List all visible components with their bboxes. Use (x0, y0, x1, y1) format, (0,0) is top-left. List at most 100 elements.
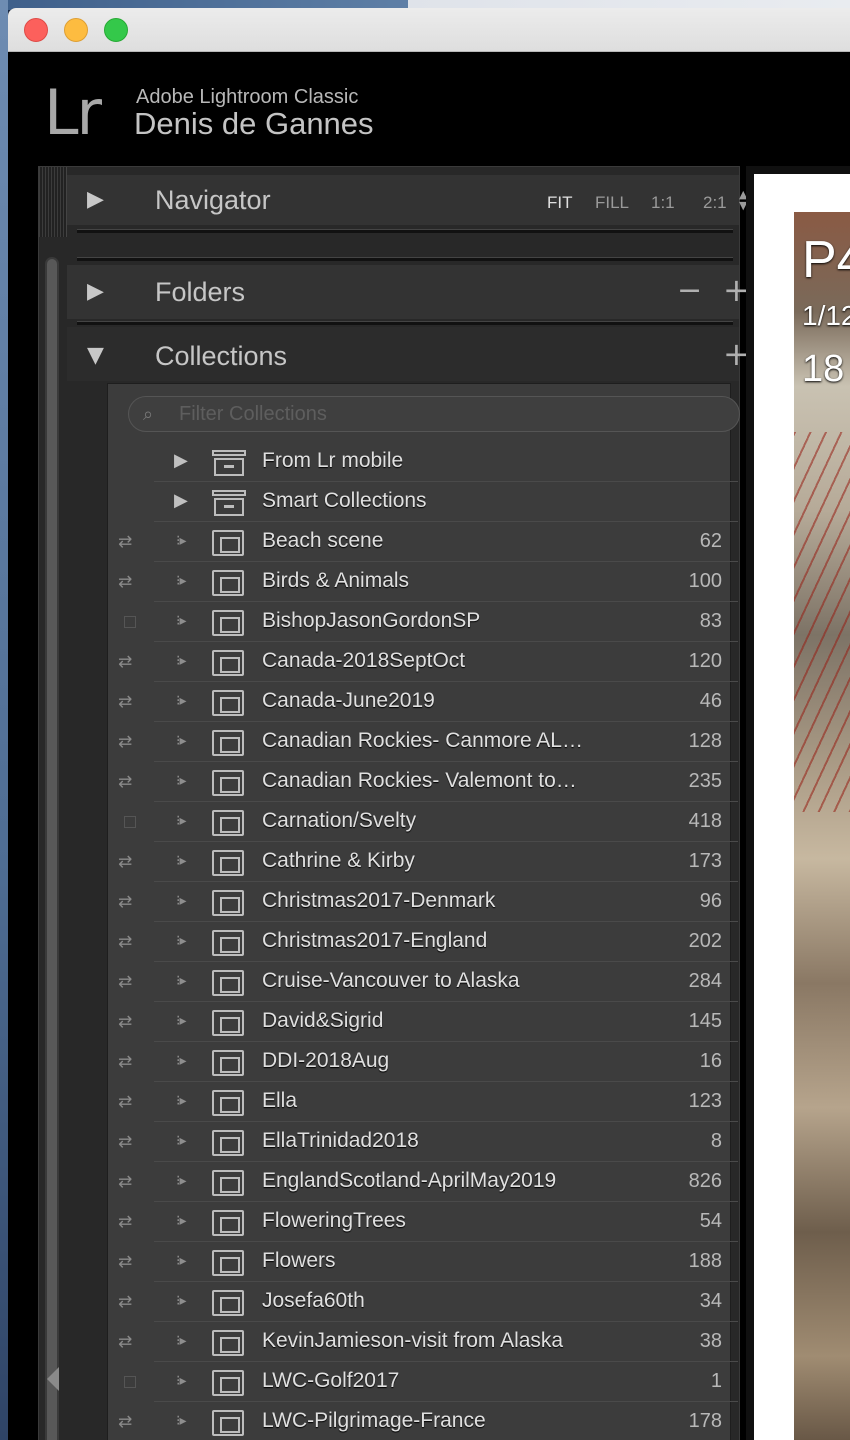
collection-handle-icon: ⁝▸ (176, 893, 187, 909)
zoom-fit-option[interactable]: FIT (547, 193, 573, 213)
collapse-left-panel-arrow-icon[interactable] (47, 1367, 59, 1391)
collection-row[interactable]: ⇄ ⁝▸ Cathrine & Kirby 173 (108, 842, 758, 882)
collection-count: 826 (688, 1170, 722, 1192)
collection-icon (212, 730, 244, 756)
collection-row[interactable]: ⇄ ⁝▸ David&Sigrid 145 (108, 1002, 758, 1042)
collections-panel-header[interactable]: ▼ Collections + (67, 327, 750, 381)
collection-row[interactable]: ⇄ ⁝▸ Birds & Animals 100 (108, 562, 758, 602)
disclosure-triangle-open-icon[interactable]: ▼ (87, 345, 104, 367)
remove-folder-icon[interactable]: − (677, 273, 702, 308)
sync-arrows-icon[interactable]: ⇄ (118, 1132, 132, 1152)
disclosure-triangle-icon[interactable]: ▶ (174, 450, 188, 471)
collection-count: 123 (688, 1090, 722, 1112)
collection-set-row[interactable]: ▶ From Lr mobile (108, 442, 758, 482)
collection-row[interactable]: ⇄ ⁝▸ Canada-June2019 46 (108, 682, 758, 722)
collection-count: 83 (699, 610, 722, 632)
sync-arrows-icon[interactable]: ⇄ (118, 1212, 132, 1232)
collection-handle-icon: ⁝▸ (176, 1013, 187, 1029)
sync-arrows-icon[interactable]: ⇄ (118, 932, 132, 952)
collection-set-lid (212, 490, 246, 496)
panel-scrollbar[interactable] (45, 257, 59, 1440)
sync-arrows-icon[interactable]: ⇄ (118, 1092, 132, 1112)
section-divider (77, 321, 733, 325)
zoom-2-to-1-option[interactable]: 2:1 (703, 193, 727, 213)
collection-row[interactable]: ⇄ ⁝▸ EllaTrinidad2018 8 (108, 1122, 758, 1162)
disclosure-triangle-icon[interactable]: ▶ (87, 189, 104, 211)
sync-checkbox[interactable] (124, 1376, 136, 1388)
collection-row[interactable]: ⇄ ⁝▸ FloweringTrees 54 (108, 1202, 758, 1242)
navigator-panel-header[interactable]: ▶ Navigator FIT FILL 1:1 2:1 ▲ ▼ (67, 175, 747, 225)
collection-row[interactable]: ⇄ ⁝▸ Christmas2017-England 202 (108, 922, 758, 962)
sync-arrows-icon[interactable]: ⇄ (118, 1292, 132, 1312)
sync-arrows-icon[interactable]: ⇄ (118, 532, 132, 552)
filter-collections-box[interactable]: ⌕ (128, 396, 740, 432)
collection-row[interactable]: ⇄ ⁝▸ Christmas2017-Denmark 96 (108, 882, 758, 922)
photo-preview[interactable]: P4 1/12 18 r (794, 212, 850, 1440)
panel-resize-grip[interactable] (39, 167, 67, 237)
sync-arrows-icon[interactable]: ⇄ (118, 1012, 132, 1032)
close-window-button[interactable] (24, 18, 48, 42)
collection-handle-icon: ⁝▸ (176, 1293, 187, 1309)
collection-name: Canada-2018SeptOct (262, 649, 466, 672)
collection-row[interactable]: ⇄ ⁝▸ Beach scene 62 (108, 522, 758, 562)
sync-arrows-icon[interactable]: ⇄ (118, 692, 132, 712)
zoom-1-to-1-option[interactable]: 1:1 (651, 193, 675, 213)
collection-name: Christmas2017-Denmark (262, 889, 496, 912)
zoom-fill-option[interactable]: FILL (595, 193, 629, 213)
collection-name: DDI-2018Aug (262, 1049, 390, 1072)
collections-title: Collections (155, 341, 288, 371)
search-icon[interactable]: ⌕ (143, 404, 153, 425)
collection-icon (212, 810, 244, 836)
sync-arrows-icon[interactable]: ⇄ (118, 1412, 132, 1432)
collection-handle-icon: ⁝▸ (176, 1333, 187, 1349)
sync-arrows-icon[interactable]: ⇄ (118, 732, 132, 752)
collection-row[interactable]: ⇄ ⁝▸ LWC-Pilgrimage-France 178 (108, 1402, 758, 1440)
collection-row[interactable]: ⇄ ⁝▸ Cruise-Vancouver to Alaska 284 (108, 962, 758, 1002)
collection-row[interactable]: ⇄ ⁝▸ Canadian Rockies- Canmore AL… 128 (108, 722, 758, 762)
collection-handle-icon: ⁝▸ (176, 773, 187, 789)
collection-row[interactable]: ⁝▸ LWC-Golf2017 1 (108, 1362, 758, 1402)
disclosure-triangle-icon[interactable]: ▶ (87, 281, 104, 303)
collection-count: 96 (699, 890, 722, 912)
filter-collections-input[interactable] (179, 401, 719, 427)
collection-set-row[interactable]: ▶ Smart Collections (108, 482, 758, 522)
sync-arrows-icon[interactable]: ⇄ (118, 1172, 132, 1192)
sync-arrows-icon[interactable]: ⇄ (118, 772, 132, 792)
collection-row[interactable]: ⇄ ⁝▸ DDI-2018Aug 16 (108, 1042, 758, 1082)
collection-row[interactable]: ⇄ ⁝▸ KevinJamieson-visit from Alaska 38 (108, 1322, 758, 1362)
collection-count: 202 (688, 930, 722, 952)
collection-name: Cruise-Vancouver to Alaska (262, 969, 520, 992)
sync-arrows-icon[interactable]: ⇄ (118, 1052, 132, 1072)
collection-handle-icon: ⁝▸ (176, 733, 187, 749)
collection-name: Canada-June2019 (262, 689, 435, 712)
sync-arrows-icon[interactable]: ⇄ (118, 652, 132, 672)
disclosure-triangle-icon[interactable]: ▶ (174, 490, 188, 511)
folders-panel-header[interactable]: ▶ Folders − + (67, 265, 750, 319)
collection-row[interactable]: ⇄ ⁝▸ Ella 123 (108, 1082, 758, 1122)
title-bar[interactable] (8, 8, 850, 52)
collection-row[interactable]: ⇄ ⁝▸ Canadian Rockies- Valemont to… 235 (108, 762, 758, 802)
minimize-window-button[interactable] (64, 18, 88, 42)
sync-arrows-icon[interactable]: ⇄ (118, 572, 132, 592)
collection-count: 100 (688, 570, 722, 592)
sync-arrows-icon[interactable]: ⇄ (118, 1252, 132, 1272)
collection-row[interactable]: ⇄ ⁝▸ Flowers 188 (108, 1242, 758, 1282)
collection-count: 1 (710, 1370, 722, 1392)
zoom-window-button[interactable] (104, 18, 128, 42)
collection-row[interactable]: ⇄ ⁝▸ Canada-2018SeptOct 120 (108, 642, 758, 682)
sync-arrows-icon[interactable]: ⇄ (118, 972, 132, 992)
sync-arrows-icon[interactable]: ⇄ (118, 892, 132, 912)
collection-row[interactable]: ⇄ ⁝▸ Josefa60th 34 (108, 1282, 758, 1322)
sync-arrows-icon[interactable]: ⇄ (118, 852, 132, 872)
collection-row[interactable]: ⇄ ⁝▸ EnglandScotland-AprilMay2019 826 (108, 1162, 758, 1202)
collection-icon (212, 1410, 244, 1436)
collection-count: 54 (699, 1210, 722, 1232)
collection-set-box (214, 498, 244, 516)
sync-checkbox[interactable] (124, 616, 136, 628)
sync-checkbox[interactable] (124, 816, 136, 828)
collection-row[interactable]: ⁝▸ Carnation/Svelty 418 (108, 802, 758, 842)
sync-arrows-icon[interactable]: ⇄ (118, 1332, 132, 1352)
panel-scrollbar-thumb[interactable] (47, 259, 57, 1440)
collection-count: 128 (688, 730, 722, 752)
collection-row[interactable]: ⁝▸ BishopJasonGordonSP 83 (108, 602, 758, 642)
